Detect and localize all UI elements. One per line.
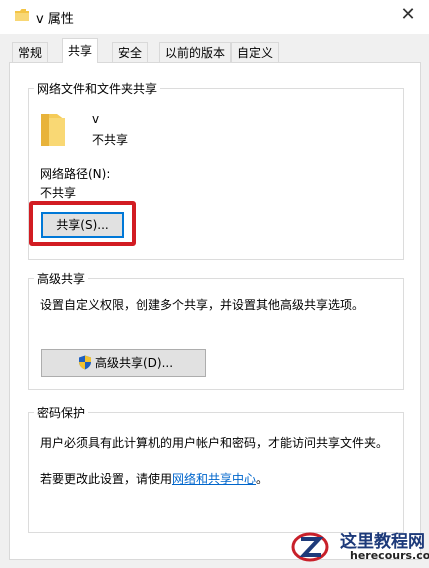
network-path-label: 网络路径(N): — [40, 167, 111, 181]
tab-general[interactable]: 常规 — [12, 42, 49, 63]
network-sharing-center-link[interactable]: 网络和共享中心 — [172, 472, 256, 486]
advanced-sharing-description: 设置自定义权限，创建多个共享，并设置其他高级共享选项。 — [40, 298, 365, 312]
advanced-sharing-button[interactable]: 高级共享(D)... — [41, 349, 206, 377]
advanced-sharing-button-label: 高级共享(D)... — [95, 356, 174, 370]
shield-icon — [79, 355, 91, 370]
watermark-logo-icon — [291, 532, 329, 562]
folder-icon — [41, 114, 65, 146]
tab-sharing[interactable]: 共享 — [62, 38, 99, 63]
tab-previous-versions[interactable]: 以前的版本 — [159, 42, 232, 63]
change-setting-text: 若要更改此设置，请使用网络和共享中心。 — [40, 470, 268, 487]
window-title: v 属性 — [36, 12, 74, 27]
network-path-value: 不共享 — [40, 186, 77, 200]
advanced-sharing-title: 高级共享 — [34, 270, 89, 287]
watermark-url: herecours.com — [350, 549, 429, 562]
folder-icon — [15, 9, 29, 21]
change-setting-suffix: 。 — [256, 472, 269, 486]
password-protection-description: 用户必须具有此计算机的用户帐户和密码，才能访问共享文件夹。 — [40, 436, 389, 450]
change-setting-prefix: 若要更改此设置，请使用 — [40, 472, 173, 486]
folder-share-status: 不共享 — [92, 133, 129, 147]
tab-customize[interactable]: 自定义 — [231, 42, 280, 63]
close-icon[interactable]: ✕ — [397, 4, 419, 26]
share-button[interactable]: 共享(S)... — [41, 212, 124, 238]
network-sharing-title: 网络文件和文件夹共享 — [34, 80, 161, 97]
folder-name: v — [92, 112, 100, 126]
password-protection-title: 密码保护 — [34, 404, 89, 421]
tab-security[interactable]: 安全 — [112, 42, 149, 63]
